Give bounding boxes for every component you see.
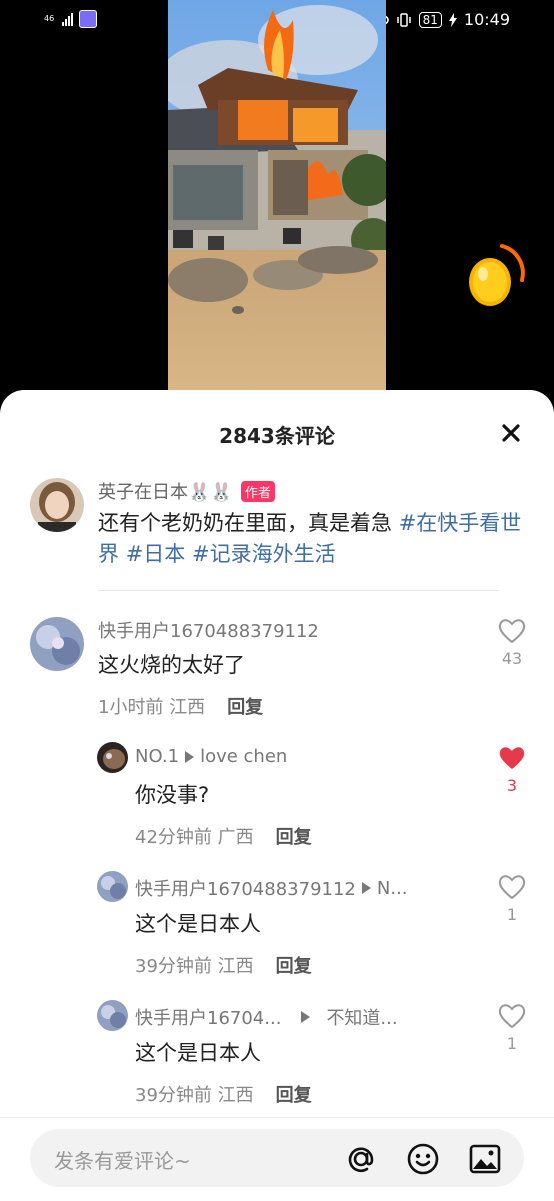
comment-input[interactable]: 发条有爱评论~ <box>30 1129 524 1187</box>
comment-text: 这个是日本人 <box>135 912 261 936</box>
comment-time: 42分钟前 <box>135 827 212 848</box>
vibrate-icon <box>396 12 411 27</box>
comment-text: 你没事? <box>135 783 210 807</box>
comment-time: 39分钟前 <box>135 956 212 977</box>
commenter-avatar[interactable] <box>30 617 84 671</box>
app-notification-icon <box>79 10 97 28</box>
comments-sheet: 2843条评论 英子在日本🐰🐰 作者 还有个老奶奶在里面，真是着急 #在快手看世… <box>0 390 554 1201</box>
reply-header: 快手用户1670488379112 N... <box>135 875 408 901</box>
like-count: 1 <box>506 1034 518 1053</box>
video-player[interactable] <box>168 0 386 390</box>
reply-to-name[interactable]: N... <box>377 878 408 899</box>
commenter-name[interactable]: 快手用户1670488379112 <box>98 617 319 643</box>
reward-egg-icon[interactable] <box>462 240 528 310</box>
battery-level: 81 <box>418 11 442 28</box>
caption-body: 还有个老奶奶在里面，真是着急 <box>98 511 399 535</box>
like-button[interactable]: 1 <box>492 874 532 924</box>
hashtag-link[interactable]: #记录海外生活 <box>192 542 336 566</box>
comment-location: 广西 <box>217 827 254 848</box>
reply-button[interactable]: 回复 <box>276 1085 312 1106</box>
like-button[interactable]: 1 <box>492 1003 532 1053</box>
comment-meta: 39分钟前 江西 回复 <box>135 952 312 978</box>
comment-meta: 42分钟前 广西 回复 <box>135 823 312 849</box>
comment-time: 39分钟前 <box>135 1085 212 1106</box>
commenter-avatar[interactable] <box>97 1000 128 1031</box>
commenter-avatar[interactable] <box>97 742 128 773</box>
comment-location: 江西 <box>169 697 206 718</box>
caption-text: 还有个老奶奶在里面，真是着急 #在快手看世界 #日本 #记录海外生活 <box>98 508 530 570</box>
author-avatar[interactable] <box>30 478 84 532</box>
hashtag-link[interactable]: #日本 <box>126 542 186 566</box>
comments-count-title: 2843条评论 <box>219 424 335 448</box>
video-frame <box>168 0 386 390</box>
commenter-name[interactable]: 快手用户1670488379112 <box>135 875 356 901</box>
comment-location: 江西 <box>217 956 254 977</box>
network-type: 46 <box>44 14 55 23</box>
author-name[interactable]: 英子在日本🐰🐰 <box>98 478 233 504</box>
author-tag: 作者 <box>240 480 275 502</box>
comment-text: 这火烧的太好了 <box>98 653 245 677</box>
like-count: 3 <box>506 776 518 795</box>
reply-arrow-icon <box>301 1011 311 1023</box>
reply-button[interactable]: 回复 <box>227 697 263 718</box>
image-button[interactable] <box>468 1142 501 1174</box>
comment-input-placeholder: 发条有爱评论~ <box>54 1149 191 1173</box>
reply-header: 快手用户16704... 不知道... <box>135 1004 398 1030</box>
commenter-name[interactable]: NO.1 <box>135 746 179 767</box>
commenter-avatar[interactable] <box>97 871 128 902</box>
like-count: 1 <box>506 905 518 924</box>
reply-button[interactable]: 回复 <box>276 956 312 977</box>
divider <box>98 590 498 591</box>
commenter-name[interactable]: 快手用户16704... <box>135 1004 281 1030</box>
heart-icon <box>498 875 526 900</box>
signal-icon <box>62 12 73 26</box>
comment-input-bar: 发条有爱评论~ <box>0 1117 554 1201</box>
reply-button[interactable]: 回复 <box>276 827 312 848</box>
like-button[interactable]: 3 <box>492 745 532 795</box>
mention-button[interactable] <box>344 1142 376 1174</box>
comment-text: 这个是日本人 <box>135 1041 261 1065</box>
like-button[interactable]: 43 <box>492 618 532 668</box>
like-count: 43 <box>501 649 523 668</box>
comment-meta: 1小时前 江西 回复 <box>98 693 263 719</box>
reply-to-name[interactable]: 不知道... <box>326 1004 397 1030</box>
comment-time: 1小时前 <box>98 697 164 718</box>
reply-to-name[interactable]: love chen <box>200 746 287 767</box>
reply-arrow-icon <box>185 750 195 763</box>
at-icon <box>348 1147 374 1173</box>
emoji-button[interactable] <box>406 1142 439 1175</box>
close-button[interactable] <box>498 420 524 446</box>
image-icon <box>469 1144 501 1174</box>
close-icon <box>502 424 520 442</box>
emoji-icon <box>407 1143 439 1175</box>
author-row: 英子在日本🐰🐰 作者 <box>98 478 275 504</box>
heart-icon <box>498 1004 526 1029</box>
charging-icon <box>448 12 457 27</box>
heart-icon <box>499 747 525 769</box>
reply-arrow-icon <box>361 882 371 894</box>
comment-meta: 39分钟前 江西 回复 <box>135 1081 312 1107</box>
status-time: 10:49 <box>463 10 510 29</box>
comment-location: 江西 <box>217 1085 254 1106</box>
heart-icon <box>498 619 526 644</box>
reply-header: NO.1 love chen <box>135 746 287 767</box>
